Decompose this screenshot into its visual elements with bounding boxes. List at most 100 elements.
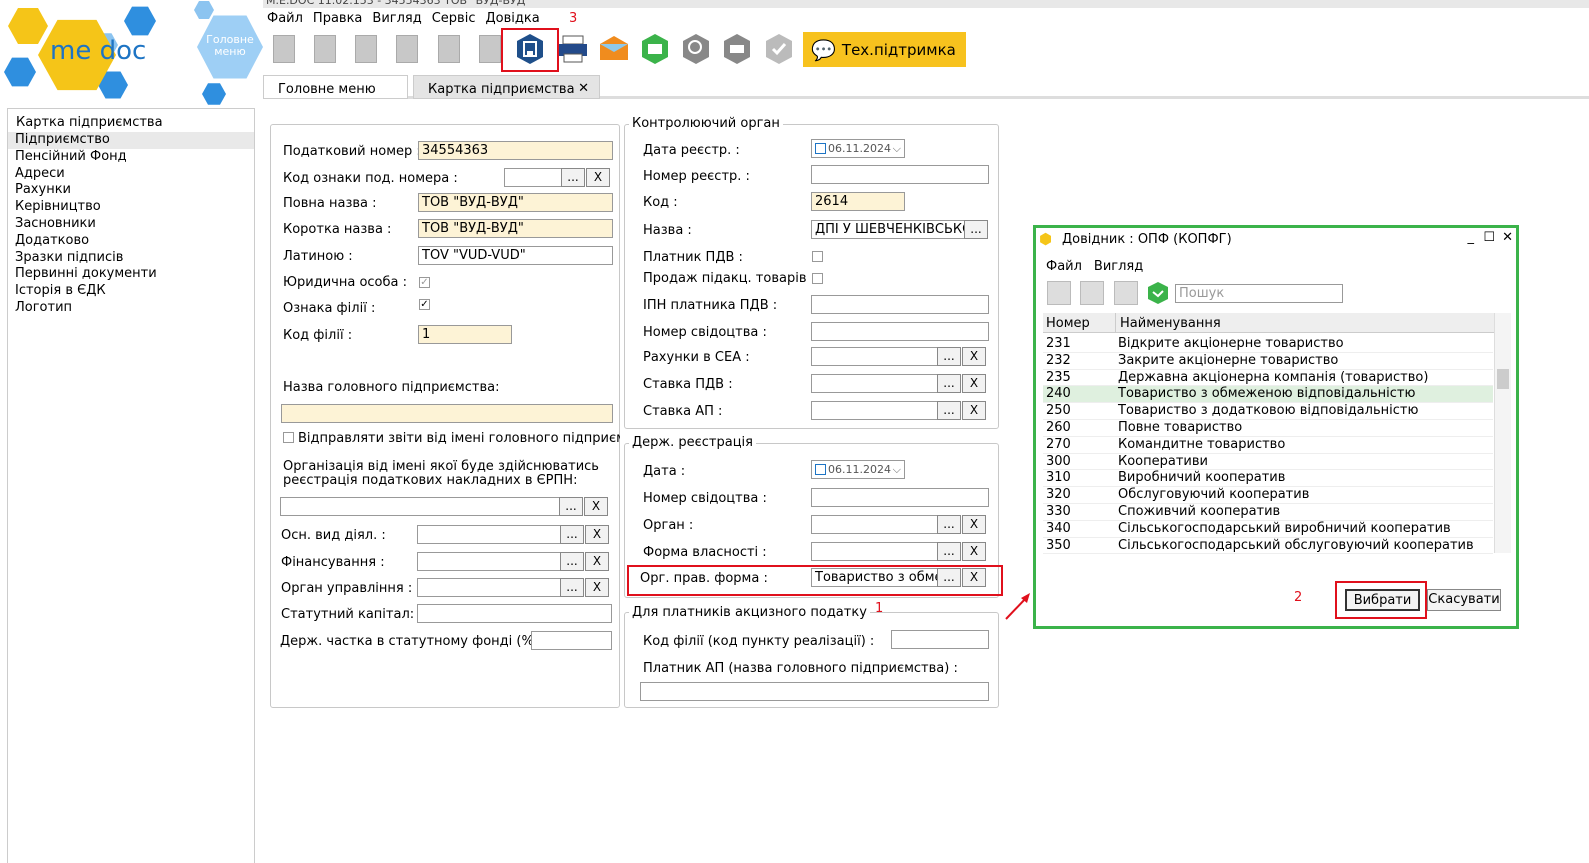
delete-icon[interactable] (1114, 281, 1138, 305)
head-name-field[interactable] (281, 404, 613, 423)
menu-edit[interactable]: Правка (313, 11, 362, 26)
menu-file[interactable]: Файл (267, 11, 303, 26)
finance-field[interactable] (417, 552, 561, 571)
grid-row[interactable]: 232 Закрите акціонерне товариство (1043, 353, 1493, 370)
grid-row[interactable]: 240 Товариство з обмеженою відповідальніс… (1043, 386, 1493, 404)
sidebar-item-management[interactable]: Керівництво (8, 199, 254, 216)
vat-payer-checkbox[interactable] (812, 251, 823, 262)
grid-row[interactable]: 300 Кооперативи (1043, 454, 1493, 471)
copy-icon[interactable] (350, 33, 382, 65)
maximize-icon[interactable]: ☐ (1483, 230, 1495, 245)
excise-sale-checkbox[interactable] (812, 273, 823, 284)
main-menu-button[interactable]: Головне меню (197, 15, 263, 79)
excise-payer-field[interactable] (640, 682, 989, 701)
org-clear-button[interactable]: X (584, 497, 608, 516)
sidebar-item-primary-docs[interactable]: Первинні документи (8, 266, 254, 283)
add-icon[interactable] (1047, 281, 1071, 305)
control-cert-field[interactable] (811, 322, 989, 341)
activity-select-button[interactable]: ... (560, 525, 584, 544)
tab-main-menu[interactable]: Головне меню (263, 75, 408, 99)
management-clear-button[interactable]: X (585, 578, 609, 597)
grid-row[interactable]: 231 Відкрите акціонерне товариство (1043, 336, 1493, 353)
code-sign-clear-button[interactable]: X (586, 168, 610, 187)
delete-doc-icon[interactable] (309, 33, 341, 65)
print-icon[interactable] (557, 33, 589, 65)
col-name-header[interactable]: Найменування (1120, 316, 1221, 331)
dialog-menu-file[interactable]: Файл (1046, 259, 1082, 274)
code-sign-field[interactable] (504, 168, 562, 187)
ap-rate-select-button[interactable]: ... (937, 401, 961, 420)
open-icon[interactable] (268, 33, 300, 65)
sidebar-item-edk-history[interactable]: Історія в ЄДК (8, 283, 254, 300)
capital-field[interactable] (417, 604, 612, 623)
grid-row[interactable]: 235 Державна акціонерна компанія (товарис… (1043, 370, 1493, 387)
management-select-button[interactable]: ... (560, 578, 584, 597)
sidebar-item-logo[interactable]: Логотип (8, 300, 254, 317)
sea-select-button[interactable]: ... (937, 347, 961, 366)
refresh-icon[interactable] (1146, 281, 1170, 305)
minimize-icon[interactable]: _ (1468, 230, 1475, 245)
menu-help[interactable]: Довідка (485, 11, 539, 26)
organ-select-button[interactable]: ... (937, 515, 961, 534)
organ-clear-button[interactable]: X (962, 515, 986, 534)
menu-view[interactable]: Вигляд (372, 11, 421, 26)
grid-row[interactable]: 260 Повне товариство (1043, 420, 1493, 437)
receive-icon[interactable] (639, 33, 671, 65)
tax-number-field[interactable]: 34554363 (418, 141, 613, 160)
management-field[interactable] (417, 578, 561, 597)
archive-icon[interactable] (721, 33, 753, 65)
state-share-field[interactable] (531, 631, 612, 650)
grid-row[interactable]: 350 Сільськогосподарський обслуговуючий к… (1043, 538, 1493, 555)
ownership-field[interactable] (811, 542, 938, 561)
full-name-field[interactable]: ТОВ "ВУД-ВУД" (418, 193, 613, 212)
dialog-search-input[interactable]: Пошук (1175, 284, 1343, 303)
vat-rate-select-button[interactable]: ... (937, 374, 961, 393)
ownership-select-button[interactable]: ... (937, 542, 961, 561)
ap-rate-field[interactable] (811, 401, 938, 420)
sea-clear-button[interactable]: X (962, 347, 986, 366)
tech-support-button[interactable]: 💬 Тех.підтримка (803, 32, 966, 67)
grid-row[interactable]: 250 Товариство з додатковою відповідальні… (1043, 403, 1493, 420)
code-field[interactable]: 2614 (811, 192, 905, 211)
ap-rate-clear-button[interactable]: X (962, 401, 986, 420)
close-icon[interactable]: ✕ (578, 81, 589, 96)
state-cert-field[interactable] (811, 488, 989, 507)
dialog-scrollbar[interactable] (1494, 313, 1511, 553)
latin-field[interactable]: TOV "VUD-VUD" (418, 246, 613, 265)
sidebar-item-addresses[interactable]: Адреси (8, 166, 254, 183)
add-doc-icon[interactable] (391, 33, 423, 65)
tab-company-card[interactable]: Картка підприємства ✕ (413, 75, 600, 99)
activity-clear-button[interactable]: X (585, 525, 609, 544)
vat-rate-field[interactable] (811, 374, 938, 393)
sidebar-item-company[interactable]: Підприємство (8, 132, 254, 149)
code-sign-select-button[interactable]: ... (561, 168, 585, 187)
grid-row[interactable]: 310 Виробничий кооператив (1043, 470, 1493, 488)
grid-row[interactable]: 270 Командитне товариство (1043, 437, 1493, 454)
view-icon[interactable] (1080, 281, 1104, 305)
col-num-header[interactable]: Номер (1046, 316, 1090, 331)
excise-branch-code-field[interactable] (891, 630, 989, 649)
sidebar-item-accounts[interactable]: Рахунки (8, 182, 254, 199)
finance-select-button[interactable]: ... (560, 552, 584, 571)
short-name-field[interactable]: ТОВ "ВУД-ВУД" (418, 219, 613, 238)
reg-date-picker[interactable]: 06.11.2024 ⌵ (811, 139, 905, 158)
grid-row[interactable]: 330 Споживчий кооператив (1043, 504, 1493, 521)
dialog-menu-view[interactable]: Вигляд (1094, 259, 1143, 274)
send-reports-checkbox[interactable] (283, 432, 294, 443)
legal-entity-checkbox[interactable]: ✓ (419, 277, 430, 288)
control-name-select-button[interactable]: ... (964, 220, 988, 239)
branch-code-field[interactable]: 1 (418, 325, 512, 344)
grid-row[interactable]: 340 Сільськогосподарський виробничий кооп… (1043, 521, 1493, 538)
sidebar-item-additional[interactable]: Додатково (8, 233, 254, 250)
grid-row[interactable]: 320 Обслуговуючий кооператив (1043, 487, 1493, 504)
check-icon[interactable] (763, 33, 795, 65)
state-date-picker[interactable]: 06.11.2024 ⌵ (811, 460, 905, 479)
control-name-field[interactable]: ДПІ У ШЕВЧЕНКІВСЬКОМУ (811, 220, 966, 239)
menu-service[interactable]: Сервіс (432, 11, 476, 26)
activity-field[interactable] (417, 525, 561, 544)
org-select-button[interactable]: ... (559, 497, 583, 516)
send-icon[interactable] (598, 33, 630, 65)
ownership-clear-button[interactable]: X (962, 542, 986, 561)
branch-sign-checkbox[interactable]: ✓ (419, 299, 430, 310)
cancel-button[interactable]: Скасувати (1427, 589, 1501, 611)
